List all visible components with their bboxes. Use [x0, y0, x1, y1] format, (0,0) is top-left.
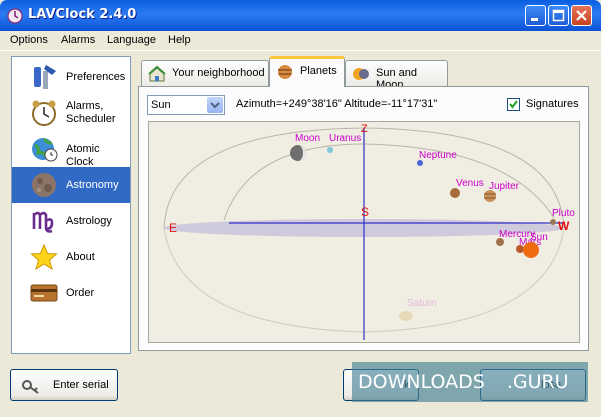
pluto-body [550, 219, 556, 225]
sun-label: Sun [530, 232, 548, 243]
west-label: W [558, 219, 570, 233]
close-icon [576, 10, 587, 21]
enter-serial-button[interactable]: Enter serial [10, 369, 118, 401]
close-window-button[interactable] [571, 5, 592, 26]
south-label: S [361, 205, 369, 219]
sidebar-item-alarms[interactable]: Alarms, Scheduler [12, 95, 130, 131]
zenith-label: Z [361, 123, 368, 135]
sidebar-item-astrology[interactable]: Astrology [12, 203, 130, 239]
object-select-value: Sun [151, 99, 171, 111]
sidebar-item-astronomy[interactable]: Astronomy [12, 167, 130, 203]
venus-label: Venus [456, 178, 484, 189]
pluto-label: Pluto [552, 208, 575, 219]
menu-alarms[interactable]: Alarms [61, 34, 95, 46]
neptune-label: Neptune [419, 150, 457, 161]
key-icon [22, 380, 39, 394]
menu-bar: Options Alarms Language Help [0, 31, 601, 51]
globe-clock-icon [32, 138, 58, 162]
app-clock-icon [7, 8, 23, 24]
sky-map-canvas: Z S E W Moon Uranus Neptune Venus Jupite… [163, 123, 575, 340]
planets-panel: Sun Azimuth=+249°38'16" Altitude=-11°17'… [138, 86, 589, 351]
tools-icon [34, 65, 56, 89]
east-label: E [169, 221, 177, 235]
moon-label: Moon [295, 133, 320, 144]
minimize-icon [531, 18, 538, 21]
alarm-clock-icon [32, 100, 56, 126]
sky-map[interactable]: Z S E W Moon Uranus Neptune Venus Jupite… [148, 121, 580, 343]
saturn-body [399, 311, 413, 321]
saturn-label: Saturn [407, 298, 436, 309]
star-icon [30, 243, 58, 271]
sidebar-item-order[interactable]: Order [12, 275, 130, 311]
object-select[interactable]: Sun [147, 95, 225, 115]
jupiter-label: Jupiter [489, 181, 520, 192]
sun-body [523, 242, 539, 258]
menu-help[interactable]: Help [168, 34, 191, 46]
menu-options[interactable]: Options [10, 34, 48, 46]
sidebar-item-preferences[interactable]: Preferences [12, 59, 130, 95]
watermark-text: DOWNLOADS .GURU [358, 371, 569, 393]
azimuth-altitude-readout: Azimuth=+249°38'16" Altitude=-11°17'31" [236, 98, 438, 110]
watermark: DOWNLOADS .GURU [352, 362, 588, 402]
minimize-button[interactable] [525, 5, 546, 26]
title-bar: LAVClock 2.4.0 [0, 0, 601, 31]
menu-language[interactable]: Language [107, 34, 156, 46]
uranus-body [327, 147, 333, 153]
tab-your-neighborhood[interactable]: Your neighborhood [141, 60, 269, 86]
chevron-down-icon[interactable] [207, 97, 223, 113]
virgo-icon [32, 211, 54, 233]
sidebar-item-about[interactable]: About [12, 239, 130, 275]
venus-body [450, 188, 460, 198]
credit-card-icon [30, 284, 58, 302]
maximize-icon [552, 9, 565, 22]
moon-icon [32, 173, 56, 197]
signatures-checkbox[interactable] [507, 98, 520, 111]
maximize-button[interactable] [548, 5, 569, 26]
sun-moon-icon [353, 68, 369, 80]
checkmark-icon [509, 100, 518, 109]
house-icon [148, 65, 166, 82]
uranus-label: Uranus [329, 133, 361, 144]
tab-sun-and-moon[interactable]: Sun and Moon [345, 60, 448, 91]
sidebar: Preferences Alarms, Scheduler Atomic Clo… [11, 56, 131, 354]
tab-planets[interactable]: Planets [269, 56, 345, 87]
planet-icon [278, 65, 292, 79]
window-title: LAVClock 2.4.0 [28, 7, 137, 22]
sidebar-item-atomic-clock[interactable]: Atomic Clock [12, 131, 130, 168]
signatures-label: Signatures [526, 98, 579, 110]
